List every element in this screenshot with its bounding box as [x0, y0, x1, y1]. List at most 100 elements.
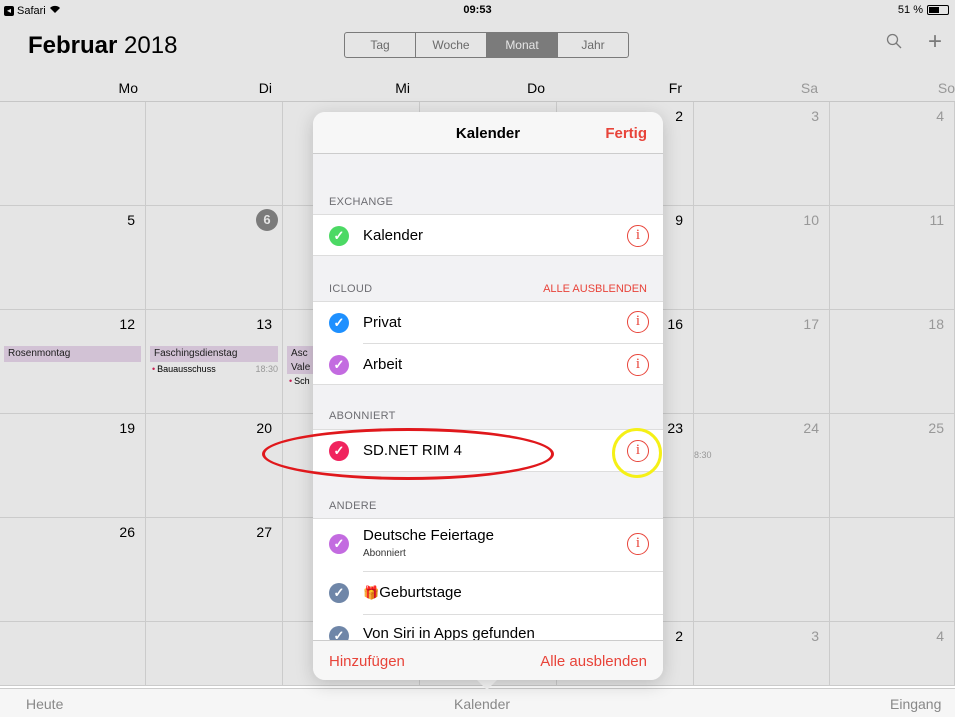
popover-footer: Hinzufügen Alle ausblenden [313, 640, 663, 680]
day-cell[interactable]: 19 [0, 414, 146, 518]
calendar-label: Deutsche Feiertage [363, 527, 494, 544]
info-icon[interactable]: i [627, 533, 649, 555]
day-cell[interactable]: 11 [830, 206, 955, 310]
event-faschingsdienstag[interactable]: Faschingsdienstag [150, 346, 278, 362]
info-icon[interactable]: i [627, 354, 649, 376]
checkmark-icon[interactable]: ✓ [329, 583, 349, 603]
section-andere: ANDERE [329, 500, 377, 512]
weekday-mo: Mo [118, 80, 138, 96]
day-cell[interactable]: 4 [830, 622, 955, 686]
event-dot-icon: • [289, 376, 293, 386]
day-cell[interactable] [830, 518, 955, 622]
section-abonniert: ABONNIERT [329, 410, 396, 422]
calendar-label: 🎁Geburtstage [363, 584, 462, 601]
calendar-row-privat[interactable]: ✓ Privat i [313, 302, 663, 344]
day-cell[interactable]: 24 [694, 414, 830, 518]
day-cell[interactable]: 3 [694, 622, 830, 686]
event-bauausschuss[interactable]: • Bauausschuss 18:30 [152, 364, 278, 374]
info-icon[interactable]: i [627, 311, 649, 333]
view-tab-day[interactable]: Tag [345, 33, 416, 57]
calendars-popover: Kalender Fertig EXCHANGE ✓ Kalender i IC… [313, 112, 663, 680]
weekday-so: So [937, 80, 955, 96]
event-dot-icon: • [152, 364, 156, 374]
day-cell[interactable]: 18 [830, 310, 955, 414]
checkmark-icon[interactable]: ✓ [329, 313, 349, 333]
weekday-fr: Fr [668, 80, 682, 96]
day-number: 24 [803, 420, 819, 436]
day-number: 3 [811, 628, 819, 644]
event-time: 18:30 [255, 364, 278, 374]
day-number: 19 [119, 420, 135, 436]
month-name: Februar [28, 32, 118, 59]
bottom-toolbar: Heute Kalender Eingang [0, 688, 955, 717]
hide-all-icloud-button[interactable]: ALLE AUSBLENDEN [543, 283, 647, 295]
day-cell[interactable]: 12 Rosenmontag [0, 310, 146, 414]
day-number: 23 [667, 420, 683, 436]
weekday-sa: Sa [800, 80, 818, 96]
view-tab-year[interactable]: Jahr [558, 33, 628, 57]
calendar-row-arbeit[interactable]: ✓ Arbeit i [313, 344, 663, 386]
calendar-row-feiertage[interactable]: ✓ Deutsche Feiertage Abonniert i [313, 519, 663, 569]
day-number: 25 [928, 420, 944, 436]
inbox-button[interactable]: Eingang [890, 696, 941, 712]
hide-all-button[interactable]: Alle ausblenden [540, 653, 647, 670]
day-cell[interactable]: 17 [694, 310, 830, 414]
day-cell[interactable]: 26 [0, 518, 146, 622]
weekday-header: Mo Di Mi Do Fr Sa So [0, 78, 955, 102]
popover-header: Kalender Fertig [313, 112, 663, 154]
day-cell[interactable] [146, 622, 283, 686]
day-number: 13 [256, 316, 272, 332]
month-title: Februar 2018 [28, 32, 177, 60]
calendars-button[interactable]: Kalender [454, 696, 510, 712]
info-icon[interactable]: i [627, 225, 649, 247]
day-cell[interactable]: 4 [830, 102, 955, 206]
battery-percent: 51 % [897, 4, 923, 16]
weekday-di: Di [258, 80, 272, 96]
day-cell[interactable]: 3 [694, 102, 830, 206]
annotation-yellow-circle [612, 428, 662, 478]
checkmark-icon[interactable]: ✓ [329, 355, 349, 375]
day-number: 2 [675, 628, 683, 644]
battery-icon [927, 5, 949, 15]
day-cell[interactable] [0, 622, 146, 686]
event-rosenmontag[interactable]: Rosenmontag [4, 346, 141, 362]
day-number: 10 [803, 212, 819, 228]
day-number: 5 [127, 212, 135, 228]
today-button[interactable]: Heute [26, 696, 63, 712]
calendar-row-kalender[interactable]: ✓ Kalender i [313, 214, 663, 256]
day-number: 4 [936, 628, 944, 644]
day-cell[interactable]: 13 Faschingsdienstag • Bauausschuss 18:30 [146, 310, 283, 414]
day-number: 11 [929, 212, 944, 228]
day-number: 2 [675, 108, 683, 124]
day-cell[interactable]: 20 [146, 414, 283, 518]
done-button[interactable]: Fertig [605, 125, 647, 142]
view-tab-month[interactable]: Monat [487, 33, 558, 57]
add-calendar-button[interactable]: Hinzufügen [329, 653, 405, 670]
calendar-group-andere: ✓ Deutsche Feiertage Abonniert i ✓ 🎁Gebu… [313, 518, 663, 646]
day-cell[interactable]: 10 [694, 206, 830, 310]
day-cell[interactable]: 25 [830, 414, 955, 518]
plus-icon[interactable]: + [928, 28, 942, 56]
day-cell-today[interactable]: 6 [146, 206, 283, 310]
day-cell[interactable] [0, 102, 146, 206]
search-icon[interactable] [886, 32, 902, 55]
day-cell[interactable] [146, 102, 283, 206]
status-right: 51 % [898, 4, 949, 16]
checkmark-icon[interactable]: ✓ [329, 534, 349, 554]
day-cell[interactable] [694, 518, 830, 622]
status-time: 09:53 [463, 4, 492, 16]
day-number: 18 [928, 316, 944, 332]
checkmark-icon[interactable]: ✓ [329, 226, 349, 246]
calendar-row-geburtstage[interactable]: ✓ 🎁Geburtstage [313, 572, 663, 614]
day-number: 3 [811, 108, 819, 124]
today-badge: 6 [256, 209, 278, 231]
day-cell[interactable]: 5 [0, 206, 146, 310]
calendar-label: Kalender [363, 227, 424, 244]
view-tab-week[interactable]: Woche [416, 33, 487, 57]
day-cell[interactable]: 27 [146, 518, 283, 622]
section-icloud: ICLOUD [329, 283, 373, 295]
gift-icon: 🎁 [363, 585, 380, 600]
annotation-red-ellipse [262, 428, 554, 480]
day-number: 4 [936, 108, 944, 124]
day-number: 27 [256, 524, 272, 540]
